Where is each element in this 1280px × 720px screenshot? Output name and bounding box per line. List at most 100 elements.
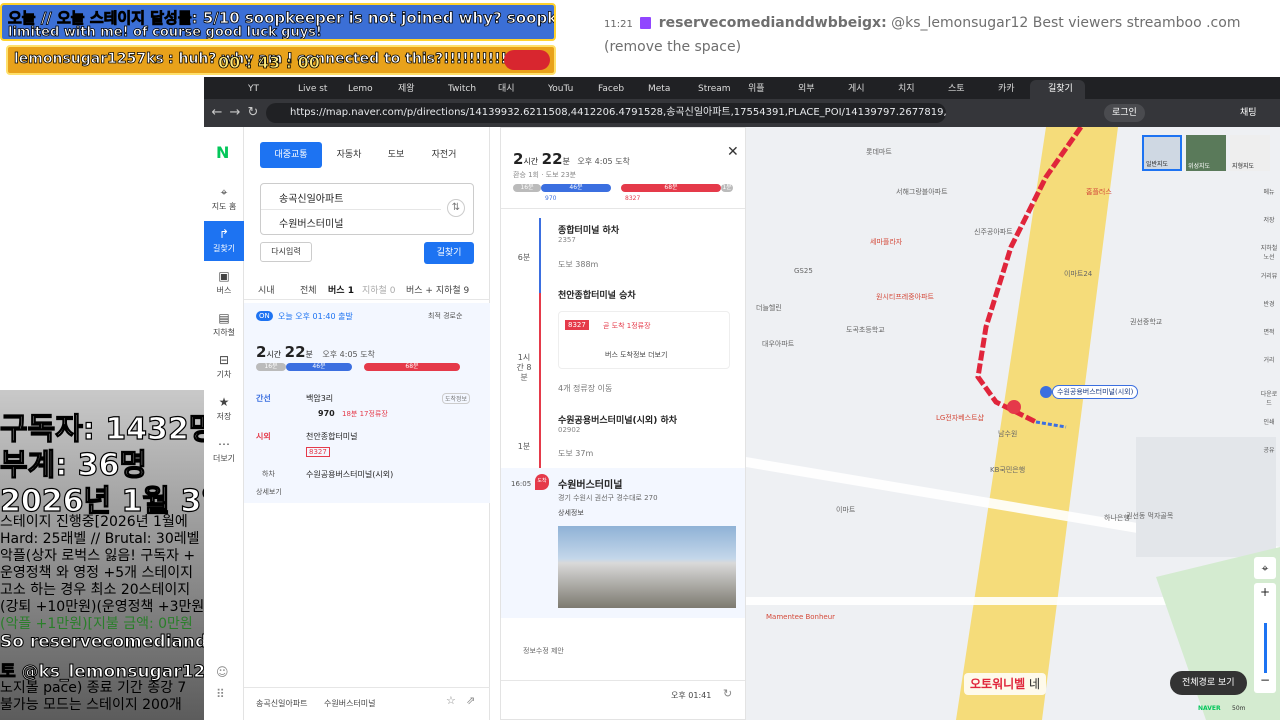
refresh-icon[interactable]: ↻ — [723, 687, 732, 700]
destination-photo[interactable] — [558, 526, 736, 608]
reset-button[interactable]: 다시입력 — [260, 242, 312, 262]
map-tool-print[interactable]: 인쇄 — [1258, 417, 1280, 426]
chat-username: lemonsugar1257ks — [14, 51, 165, 68]
apps-grid-icon[interactable]: ⠿ — [216, 687, 225, 701]
rail-item-bus[interactable]: ▣ 버스 — [204, 263, 244, 303]
rail-item-directions[interactable]: ↱ 길찾기 — [204, 221, 244, 261]
map-tool-download[interactable]: 다운로드 — [1258, 389, 1280, 407]
chat-button[interactable]: 채팅 — [1240, 104, 1257, 122]
browser-tab[interactable]: 치지 — [880, 80, 935, 99]
rail-item-train[interactable]: ⊟ 기차 — [204, 347, 244, 387]
train-icon: ⊟ — [218, 353, 230, 367]
stop-title: 천안종합터미널 승차 — [558, 291, 636, 301]
filter-city[interactable]: 시내 — [258, 283, 275, 296]
feedback-link[interactable]: 정보수정 제안 — [523, 646, 564, 656]
zoom-in-icon[interactable]: + — [1260, 585, 1270, 599]
back-icon[interactable]: ← — [208, 104, 226, 122]
browser-tab[interactable]: 스토 — [930, 80, 985, 99]
bus-arrival-card: 8327 곧 도착 1정류장 버스 도착정보 더보기 — [558, 311, 730, 369]
route-result-card[interactable]: ON 오늘 오후 01:40 출발 최적 경로순 2시간 22분 오후 4:05… — [244, 303, 490, 503]
more-bus-info[interactable]: 버스 도착정보 더보기 — [605, 350, 667, 360]
swap-icon[interactable]: ⇅ — [447, 199, 465, 217]
browser-tab[interactable]: 제왕 — [380, 80, 435, 99]
sort-dropdown[interactable]: 최적 경로순 — [428, 311, 462, 321]
depart-time[interactable]: 오늘 오후 01:40 출발 — [278, 311, 353, 322]
browser-tab[interactable]: Twitch — [430, 80, 485, 99]
place-label: KB국민은행 — [990, 466, 1026, 474]
rail-item-home[interactable]: ⌖ 지도 홈 — [204, 179, 244, 219]
tab-walk[interactable]: 도보 — [376, 142, 416, 168]
browser-tab[interactable]: Meta — [630, 80, 685, 99]
stop-title: 수원공용버스터미널(시외) 하차 — [558, 416, 678, 426]
browser-tab[interactable]: Faceb — [580, 80, 635, 99]
browser-tab[interactable]: YT — [230, 80, 285, 99]
map-tool-subway[interactable]: 지하철노선 — [1258, 243, 1280, 261]
zoom-control[interactable]: + − — [1254, 583, 1276, 693]
browser-tab[interactable]: 게시 — [830, 80, 885, 99]
stops-moved[interactable]: 4개 정류장 이동 — [558, 383, 612, 394]
map-tool-distance[interactable]: 거리 — [1258, 355, 1280, 364]
browser-tab[interactable]: Stream — [680, 80, 735, 99]
stop-title: 종합터미널 하차 — [558, 226, 620, 236]
star-icon[interactable]: ☆ — [446, 694, 456, 707]
layer-terrain[interactable]: 지형지도 — [1230, 135, 1270, 171]
naver-logo: N — [216, 143, 230, 162]
browser-tab[interactable]: 길찾기 — [1030, 80, 1085, 99]
rail-item-more[interactable]: ⋯ 더보기 — [204, 431, 244, 471]
filter-all[interactable]: 전체 — [300, 283, 317, 296]
rail-item-saved[interactable]: ★ 저장 — [204, 389, 244, 429]
close-icon[interactable]: ✕ — [727, 144, 739, 160]
zoom-out-icon[interactable]: − — [1260, 673, 1270, 687]
layer-satellite[interactable]: 위성지도 — [1186, 135, 1226, 171]
filter-bus[interactable]: 버스 1 — [328, 283, 354, 296]
map-tool-area[interactable]: 면적 — [1258, 327, 1280, 336]
tab-transit[interactable]: 대중교통 — [260, 142, 322, 168]
destination-input[interactable]: 수원버스터미널 — [279, 215, 343, 230]
filter-subway[interactable]: 지하철 0 — [362, 283, 395, 296]
map-canvas[interactable]: 롯데마트 서해그랑블아파트 신주공아파트 세마플라자 GS25 홈플러스 이마트… — [746, 127, 1280, 720]
filter-bus-subway[interactable]: 버스 + 지하철 9 — [406, 283, 469, 296]
live-chat-name: 오토워니벨 — [970, 677, 1026, 691]
terminal-block — [1136, 437, 1276, 557]
map-tool-share[interactable]: 공유 — [1258, 445, 1280, 454]
browser-tab[interactable]: Live st — [280, 80, 335, 99]
arrival-info-button[interactable]: 도착정보 — [442, 393, 471, 404]
leg-type: 시외 — [256, 432, 271, 441]
zoom-slider[interactable] — [1264, 623, 1267, 673]
reload-icon[interactable]: ↻ — [244, 104, 262, 122]
bus-segment: 68분 — [621, 184, 721, 192]
url-input[interactable]: https://map.naver.com/p/directions/14139… — [266, 103, 946, 123]
stop-sub: 02902 — [558, 426, 581, 434]
locate-icon[interactable]: ⌖ — [1254, 557, 1276, 579]
layer-normal[interactable]: 일반지도 — [1142, 135, 1182, 171]
tab-bike[interactable]: 자전거 — [420, 142, 468, 168]
browser-tab[interactable]: 카카 — [980, 80, 1035, 99]
place-label: 하나은행 — [1104, 514, 1130, 522]
info-line: 운영정책 와 영정 +5개 스테이지 — [0, 565, 193, 581]
map-tool-streetview[interactable]: 거리뷰 — [1258, 271, 1280, 280]
origin-input[interactable]: 송곡신일아파트 — [279, 190, 343, 205]
rail-label: 버스 — [216, 286, 232, 295]
dest-info-link[interactable]: 상세정보 — [558, 508, 584, 518]
dest-pin-icon[interactable] — [1040, 386, 1052, 398]
browser-tab[interactable]: 위플 — [730, 80, 785, 99]
search-route-button[interactable]: 길찾기 — [424, 242, 474, 264]
map-tool-menu[interactable]: 메뉴 — [1258, 187, 1280, 196]
browser-tab[interactable]: Lemo — [330, 80, 385, 99]
forward-icon[interactable]: → — [226, 104, 244, 122]
info-line: Hard: 25래벨 // Brutal: 30레벨 — [0, 531, 200, 547]
view-full-route-button[interactable]: 전체경로 보기 — [1170, 671, 1247, 695]
browser-tab[interactable]: YouTu — [530, 80, 585, 99]
browser-tab[interactable]: 대시 — [480, 80, 535, 99]
login-button[interactable]: 로그인 — [1104, 104, 1145, 122]
browser-tab[interactable]: 외부 — [780, 80, 835, 99]
map-tool-radius[interactable]: 반경 — [1258, 299, 1280, 308]
tab-car[interactable]: 자동차 — [326, 142, 372, 168]
avatar[interactable]: ☺ — [216, 665, 229, 679]
map-tool-save[interactable]: 저장 — [1258, 215, 1280, 224]
destination-label[interactable]: 수원공용버스터미널(시외) — [1052, 385, 1139, 399]
arrival-pin-icon[interactable] — [1007, 400, 1021, 414]
share-icon[interactable]: ⇗ — [466, 694, 475, 707]
detail-link[interactable]: 상세보기 — [256, 487, 282, 497]
rail-item-subway[interactable]: ▤ 지하철 — [204, 305, 244, 345]
